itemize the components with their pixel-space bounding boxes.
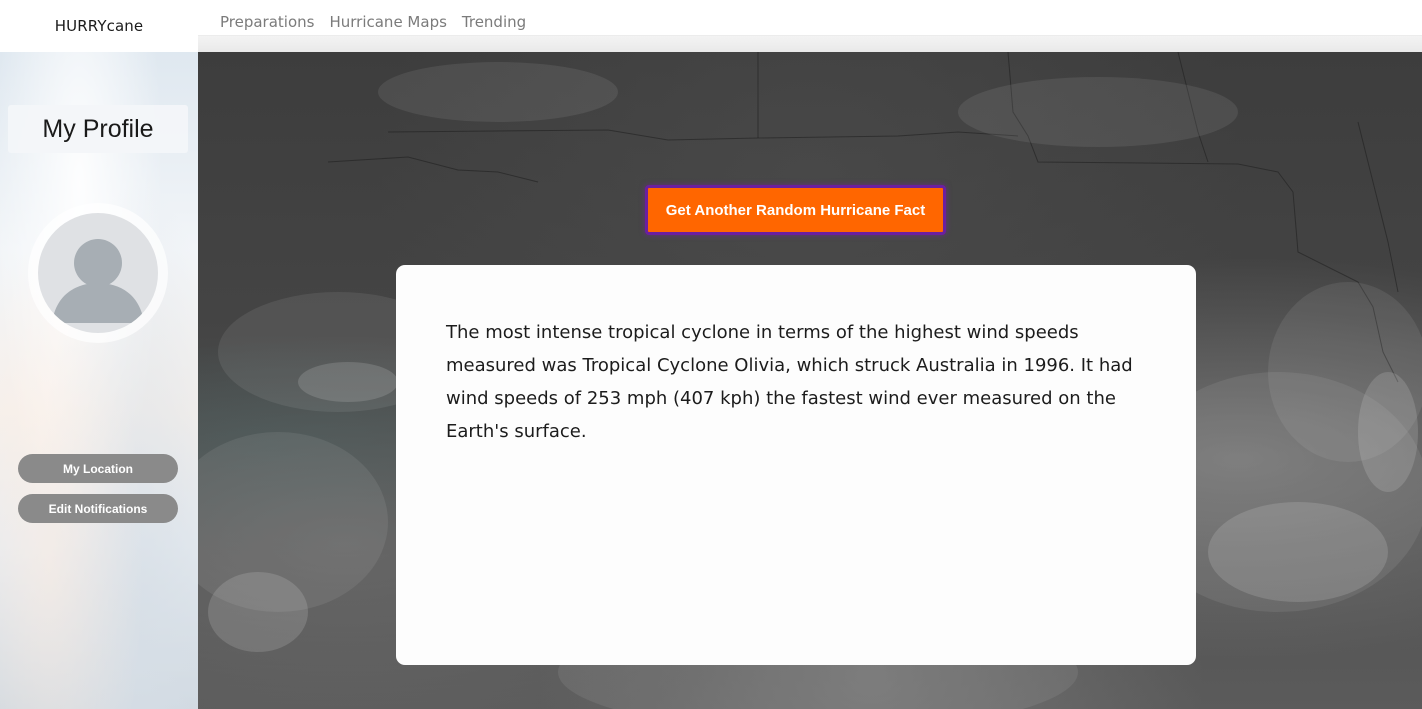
brand-logo[interactable]: HURRYcane xyxy=(0,0,198,52)
nav-divider-strip xyxy=(198,35,1422,52)
nav-links: Preparations Hurricane Maps Trending xyxy=(220,13,526,31)
main-nav: Preparations Hurricane Maps Trending xyxy=(198,0,1422,52)
nav-link-hurricane-maps[interactable]: Hurricane Maps xyxy=(329,13,446,31)
user-avatar-placeholder-icon[interactable] xyxy=(38,213,158,333)
random-fact-button[interactable]: Get Another Random Hurricane Fact xyxy=(645,185,946,235)
profile-sidebar: My Profile My Location Edit Notification… xyxy=(0,52,198,709)
nav-link-trending[interactable]: Trending xyxy=(462,13,526,31)
edit-notifications-button[interactable]: Edit Notifications xyxy=(18,494,178,523)
fact-card: The most intense tropical cyclone in ter… xyxy=(396,265,1196,665)
avatar-frame xyxy=(28,203,168,343)
nav-link-preparations[interactable]: Preparations xyxy=(220,13,314,31)
profile-title: My Profile xyxy=(8,105,188,153)
satellite-background: Get Another Random Hurricane Fact The mo… xyxy=(198,52,1422,709)
top-header: HURRYcane Preparations Hurricane Maps Tr… xyxy=(0,0,1422,52)
my-location-button[interactable]: My Location xyxy=(18,454,178,483)
hurricane-fact-text: The most intense tropical cyclone in ter… xyxy=(446,322,1133,442)
